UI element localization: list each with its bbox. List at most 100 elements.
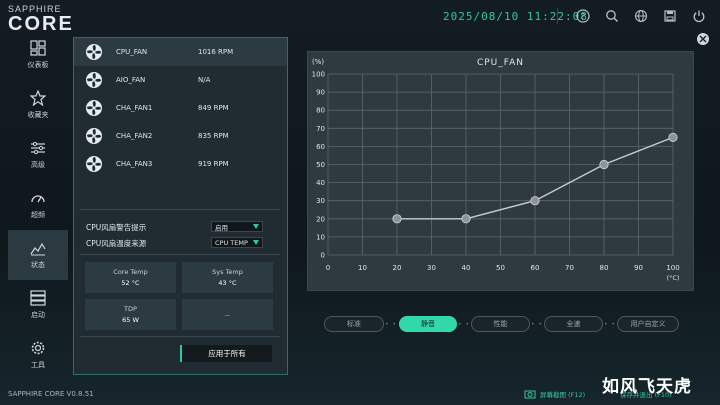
tdp-label: TDP [124,305,137,313]
sidebar-item-advanced[interactable]: 高级 [8,130,68,180]
sidebar-item-overclock[interactable]: 超频 [8,180,68,230]
chevron-down-icon [253,240,259,245]
y-tick-label: 40 [316,179,325,187]
globe-icon[interactable] [626,6,655,26]
fan-name: AIO_FAN [116,76,146,84]
x-tick-label: 60 [531,264,540,272]
y-tick-label: 80 [316,107,325,115]
close-button[interactable] [697,33,709,45]
sidebar-item-status[interactable]: 状态 [8,230,68,280]
apply-all-button[interactable]: 应用于所有 [180,345,272,362]
x-tick-label: 50 [496,264,505,272]
sidebar-item-label: 工具 [31,361,45,369]
fan-panel: CPU_FAN 1016 RPM AIO_FAN N/A CHA_FAN1 84… [73,37,288,375]
server-icon [30,290,46,306]
curve-point[interactable] [530,196,540,206]
sidebar-item-tools[interactable]: 工具 [8,330,68,380]
y-tick-label: 0 [321,252,325,260]
fan-speed: 849 RPM [198,104,229,112]
sidebar-item-label: 启动 [31,311,45,319]
fan-icon [84,127,104,145]
sys-temp-value: 43 °C [218,279,237,287]
y-tick-label: 100 [312,71,325,79]
mode-custom[interactable]: 用户自定义 [617,316,679,332]
y-tick-label: 10 [316,233,325,241]
y-tick-label: 20 [316,215,325,223]
topbar-icons: ? [568,6,713,26]
mode-silent[interactable]: 静音 [399,316,457,332]
close-icon [699,35,707,43]
search-icon[interactable] [597,6,626,26]
sidebar: 仪表板 收藏夹 高级 超频 状态 启动 工具 [8,30,68,380]
divider [80,209,280,210]
dashboard-icon [30,40,46,56]
screenshot-button[interactable]: 屏幕截图 (F12) [524,389,585,399]
sidebar-item-label: 高级 [31,161,45,169]
y-tick-label: 30 [316,197,325,205]
power-icon[interactable] [684,6,713,26]
x-tick-label: 80 [600,264,609,272]
fan-curve-chart-panel: CPU_FAN (%) 0 10 20 30 40 50 60 70 80 90 100 0 10 20 30 4… [307,51,694,291]
fan-speed: 919 RPM [198,160,229,168]
fan-row-cpu[interactable]: CPU_FAN 1016 RPM [74,38,287,66]
sidebar-item-label: 收藏夹 [27,111,49,119]
fan-name: CHA_FAN1 [116,104,153,112]
watermark: 如风飞天虎 [602,377,692,397]
clock: 2025/08/10 11:22:08 [443,10,588,23]
y-tick-label: 70 [316,125,325,133]
screenshot-label: 屏幕截图 (F12) [540,391,586,399]
core-temp-value: 52 °C [121,279,140,287]
camera-icon [524,390,536,399]
divider [80,254,280,255]
y-tick-label: 60 [316,143,325,151]
help-icon[interactable]: ? [568,6,597,26]
y-axis-label: (%) [312,58,324,66]
x-tick-label: 100 [666,264,679,272]
fan-speed: 1016 RPM [198,48,234,56]
x-tick-label: 90 [634,264,643,272]
curve-point[interactable] [599,159,609,170]
divider [80,336,280,337]
mode-standard[interactable]: 标准 [324,316,384,332]
curve-point[interactable] [668,132,678,142]
fan-icon [84,155,104,173]
fan-speed: 835 RPM [198,132,229,140]
save-icon[interactable] [655,6,684,26]
fan-curve-chart[interactable]: CPU_FAN (%) 0 10 20 30 40 50 60 70 80 90 100 0 10 20 30 4… [308,52,693,290]
fan-icon [84,71,104,89]
fan-row-cha3[interactable]: CHA_FAN3 919 RPM [74,150,287,178]
curve-point[interactable] [461,214,471,224]
warning-label: CPU风扇警告提示 [86,223,147,232]
temp-source-select[interactable]: CPU TEMP [211,237,263,248]
sys-temp-card: Sys Temp 43 °C [182,262,273,293]
sliders-icon [31,141,45,155]
sidebar-item-boot[interactable]: 启动 [8,280,68,330]
mode-performance[interactable]: 性能 [471,316,530,332]
y-tick-label: 90 [316,89,325,97]
sidebar-item-dashboard[interactable]: 仪表板 [8,30,68,80]
fan-row-aio[interactable]: AIO_FAN N/A [74,66,287,94]
curve-point[interactable] [392,214,402,224]
temp-source-select-value: CPU TEMP [215,238,248,247]
sidebar-item-label: 仪表板 [27,61,49,69]
svg-text:?: ? [580,12,584,21]
warning-select[interactable]: 启用 [211,221,263,232]
fan-name: CHA_FAN2 [116,132,153,140]
fan-name: CHA_FAN3 [116,160,153,168]
core-temp-card: Core Temp 52 °C [85,262,176,293]
fan-speed: N/A [198,76,211,84]
gear-icon [31,341,45,355]
fan-row-cha2[interactable]: CHA_FAN2 835 RPM [74,122,287,150]
mode-full-speed[interactable]: 全速 [544,316,603,332]
fan-row-cha1[interactable]: CHA_FAN1 849 RPM [74,94,287,122]
x-tick-label: 0 [326,264,330,272]
temp-source-label: CPU风扇温度来源 [86,239,147,248]
core-temp-label: Core Temp [113,268,148,276]
chevron-down-icon [253,224,259,229]
sidebar-item-favorites[interactable]: 收藏夹 [8,80,68,130]
gauge-icon [31,195,45,203]
x-axis-label: (°C) [667,274,680,282]
sys-temp-label: Sys Temp [212,268,243,276]
y-tick-label: 50 [316,161,325,169]
x-tick-label: 10 [358,264,367,272]
